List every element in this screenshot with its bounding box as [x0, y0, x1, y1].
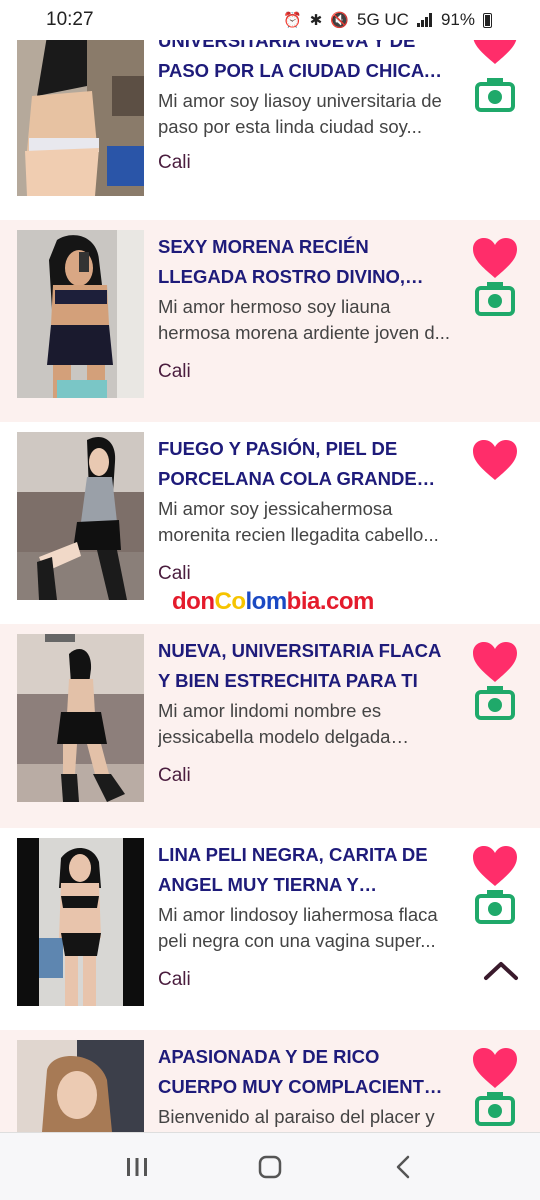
- listing-photo[interactable]: [17, 432, 144, 600]
- status-time: 10:27: [46, 9, 94, 30]
- status-bar: 10:27 ⏰ ✱ 🔇 5G UC 91%: [0, 0, 540, 40]
- listing-description: Mi amor soy liasoy universitaria de paso…: [158, 88, 454, 140]
- camera-icon[interactable]: [475, 888, 515, 924]
- listing-description: Bienvenido al paraiso del placer y la: [158, 1104, 454, 1130]
- listing-description-text: Bienvenido al paraiso del placer y la: [158, 1106, 435, 1127]
- listing-city: Cali: [158, 152, 191, 173]
- battery-percent: 91%: [440, 10, 475, 29]
- recent-apps-icon: [126, 1157, 147, 1176]
- listing-title-text[interactable]: LINA PELI NEGRA, CARITA DE ANGEL MUY TIE…: [158, 840, 454, 900]
- listing-card[interactable]: APASIONADA Y DE RICO CUERPO MUY COMPLACI…: [0, 1030, 540, 1132]
- brand-logo-part: Co: [214, 588, 246, 615]
- home-button[interactable]: [250, 1147, 290, 1187]
- listing-description-text: Mi amor hermoso soy liauna hermosa moren…: [158, 296, 451, 343]
- back-icon: [397, 1155, 410, 1178]
- recent-apps-button[interactable]: [117, 1147, 157, 1187]
- listing-description-text: Mi amor lindomi nombre es jessicabella m…: [158, 700, 391, 747]
- listing-city: Cali: [158, 361, 191, 382]
- scroll-to-top-chevron-icon[interactable]: [482, 956, 520, 982]
- listing-photo[interactable]: [17, 634, 144, 802]
- listing-description: Mi amor lindomi nombre es jessicabella m…: [158, 698, 454, 750]
- listing-card[interactable]: LINA PELI NEGRA, CARITA DE ANGEL MUY TIE…: [0, 828, 540, 1028]
- signal-icon: [416, 13, 432, 27]
- heart-icon[interactable]: [471, 1046, 519, 1090]
- listing-photo[interactable]: [17, 1040, 144, 1132]
- network-type: 5G UC: [357, 10, 409, 29]
- listing-title[interactable]: APASIONADA Y DE RICO CUERPO MUY COMPLACI…: [158, 1042, 454, 1102]
- camera-icon[interactable]: [475, 76, 515, 112]
- home-icon: [258, 1155, 282, 1178]
- listing-title[interactable]: SEXY MORENA RECIÉN LLEGADA ROSTRO DIVINO…: [158, 232, 454, 292]
- brand-logo-part: don: [172, 588, 215, 615]
- listing-city: Cali: [158, 563, 191, 584]
- camera-icon[interactable]: [475, 684, 515, 720]
- brand-logo-part: bia.com: [286, 588, 375, 615]
- listing-title-text[interactable]: SEXY MORENA RECIÉN LLEGADA ROSTRO DIVINO…: [158, 232, 454, 292]
- alarm-icon: ⏰: [283, 12, 302, 29]
- camera-icon[interactable]: [475, 280, 515, 316]
- battery-icon: [483, 12, 492, 28]
- listing-card[interactable]: SEXY MORENA RECIÉN LLEGADA ROSTRO DIVINO…: [0, 220, 540, 422]
- heart-icon[interactable]: [471, 236, 519, 280]
- listing-feed[interactable]: UNIVERSITARIA NUEVA Y DE PASO POR LA CIU…: [0, 0, 540, 1132]
- bluetooth-icon: ✱: [309, 12, 323, 29]
- listing-title-text[interactable]: FUEGO Y PASIÓN, PIEL DE PORCELANA COLA G…: [158, 434, 454, 494]
- camera-icon[interactable]: [475, 1090, 515, 1126]
- listing-title[interactable]: LINA PELI NEGRA, CARITA DE ANGEL MUY TIE…: [158, 840, 454, 900]
- brand-logo: donColombia.com: [172, 588, 374, 616]
- system-nav-bar: [0, 1132, 540, 1200]
- listing-description: Mi amor hermoso soy liauna hermosa moren…: [158, 294, 454, 346]
- listing-photo[interactable]: [17, 36, 144, 196]
- listing-card[interactable]: NUEVA, UNIVERSITARIA FLACA Y BIEN ESTREC…: [0, 624, 540, 828]
- listing-title-text[interactable]: APASIONADA Y DE RICO CUERPO MUY COMPLACI…: [158, 1042, 454, 1102]
- listing-description-text: Mi amor soy jessicahermosa morenita reci…: [158, 498, 439, 545]
- listing-city: Cali: [158, 765, 191, 786]
- listing-description: Mi amor lindosoy liahermosa flaca peli n…: [158, 902, 454, 954]
- listing-description-text: Mi amor lindosoy liahermosa flaca peli n…: [158, 904, 438, 951]
- listing-description-text: Mi amor soy liasoy universitaria de paso…: [158, 90, 442, 137]
- listing-title[interactable]: NUEVA, UNIVERSITARIA FLACA Y BIEN ESTREC…: [158, 636, 454, 696]
- listing-photo[interactable]: [17, 838, 144, 1006]
- heart-icon[interactable]: [471, 438, 519, 482]
- listing-photo[interactable]: [17, 230, 144, 398]
- brand-logo-part: lom: [245, 588, 287, 615]
- heart-icon[interactable]: [471, 844, 519, 888]
- listing-description: Mi amor soy jessicahermosa morenita reci…: [158, 496, 454, 548]
- heart-icon[interactable]: [471, 640, 519, 684]
- listing-city: Cali: [158, 969, 191, 990]
- mute-icon: 🔇: [330, 12, 349, 29]
- listing-title[interactable]: FUEGO Y PASIÓN, PIEL DE PORCELANA COLA G…: [158, 434, 454, 494]
- listing-title-text[interactable]: NUEVA, UNIVERSITARIA FLACA Y BIEN ESTREC…: [158, 636, 454, 696]
- back-button[interactable]: [383, 1147, 423, 1187]
